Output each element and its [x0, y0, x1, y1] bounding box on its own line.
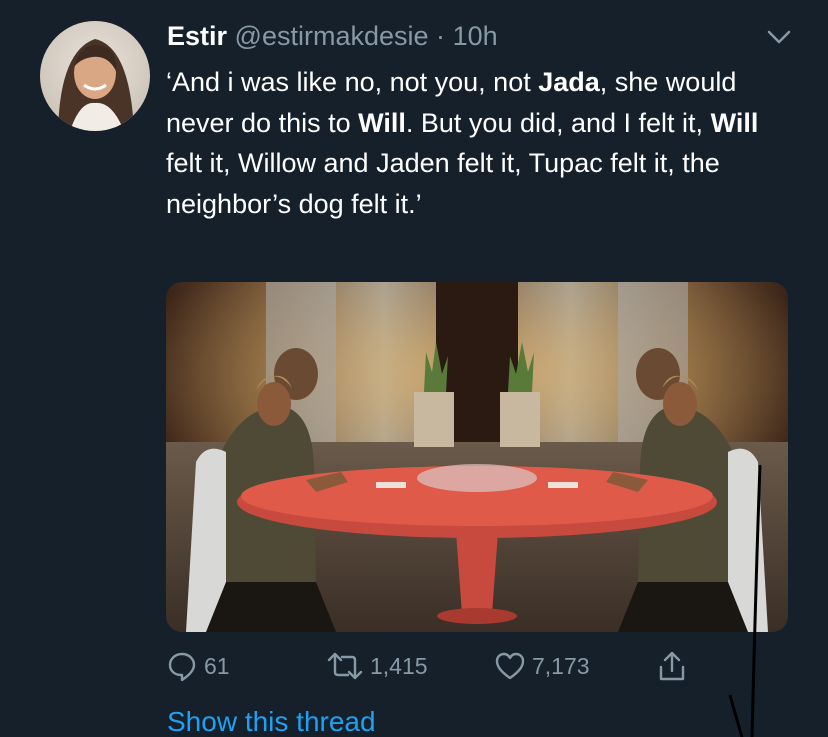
like-count: 7,173 [532, 652, 590, 679]
reply-count: 61 [204, 652, 230, 679]
show-thread-link[interactable]: Show this thread [167, 700, 376, 737]
reply-button[interactable]: 61 [166, 646, 230, 686]
reply-icon [166, 650, 198, 682]
like-button[interactable]: 7,173 [494, 646, 590, 686]
heart-icon [494, 650, 526, 682]
tweet-header: Estir @estirmakdesie · 10h [167, 14, 498, 58]
user-handle[interactable]: @estirmakdesie [235, 21, 429, 51]
tweet[interactable]: Estir @estirmakdesie · 10h ‘And i was li… [0, 0, 828, 737]
tweet-text-part: . But you did, and I felt it, [405, 107, 711, 138]
tweet-text-bold-will: Will [710, 107, 759, 138]
retweet-icon [326, 650, 364, 682]
tweet-text-part: felt it, Willow and Jaden felt it, Tupac… [166, 148, 720, 219]
share-icon [656, 649, 688, 683]
display-name[interactable]: Estir [167, 21, 227, 51]
tweet-text-bold-jada: Jada [538, 67, 600, 97]
retweet-count: 1,415 [370, 652, 428, 679]
tweet-text-bold-will: Will [358, 107, 406, 138]
share-button[interactable] [656, 646, 688, 686]
retweet-button[interactable]: 1,415 [326, 646, 428, 686]
timestamp[interactable]: 10h [453, 21, 498, 51]
tweet-actions: 61 1,415 7,173 [166, 646, 696, 686]
separator-dot: · [436, 21, 446, 51]
chevron-down-icon[interactable] [765, 26, 793, 48]
avatar[interactable] [40, 21, 150, 131]
tweet-text-part: ‘And i was like no, not you, not [166, 67, 539, 97]
tweet-media-image[interactable] [166, 282, 788, 632]
tweet-text: ‘And i was like no, not you, not Jada, s… [166, 62, 786, 224]
